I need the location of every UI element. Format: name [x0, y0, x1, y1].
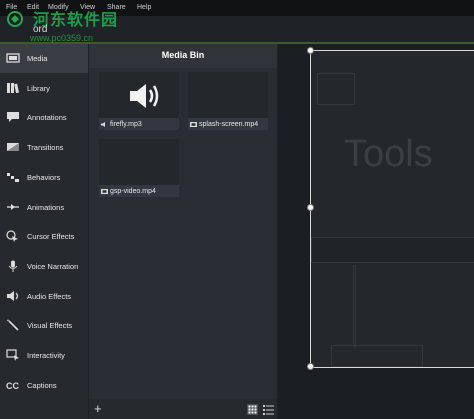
- video-file-icon: [190, 121, 197, 127]
- sidebar-item-label: Animations: [27, 203, 65, 212]
- sidebar-item-visual-effects[interactable]: Visual Effects: [0, 311, 88, 340]
- annotation-icon: [7, 112, 19, 122]
- sidebar-item-label: Interactivity: [27, 351, 65, 360]
- svg-text:CC: CC: [6, 381, 19, 391]
- app-logo-icon: [7, 11, 23, 27]
- sidebar-item-interactivity[interactable]: Interactivity: [0, 341, 88, 370]
- sidebar-item-annotations[interactable]: Annotations: [0, 103, 88, 132]
- sidebar-item-label: Captions: [27, 381, 57, 390]
- add-media-button[interactable]: +: [94, 401, 102, 416]
- video-thumbnail: [99, 139, 179, 185]
- sidebar-item-label: Annotations: [27, 113, 67, 122]
- sidebar-item-transitions[interactable]: Transitions: [0, 133, 88, 162]
- grid-view-icon[interactable]: [247, 404, 258, 415]
- media-bin-footer: +: [89, 399, 277, 419]
- sidebar-item-captions[interactable]: CC Captions: [0, 371, 88, 400]
- speaker-icon: [7, 291, 19, 301]
- resize-handle-left[interactable]: [307, 204, 314, 211]
- interactivity-icon: [6, 349, 19, 361]
- behaviors-icon: [7, 173, 19, 182]
- canvas-tools-text: Tools: [344, 133, 433, 175]
- media-item-caption: firefly.mp3: [101, 121, 142, 128]
- sidebar-item-audio-effects[interactable]: Audio Effects: [0, 282, 88, 311]
- microphone-icon: [8, 260, 18, 272]
- wand-icon: [7, 319, 19, 331]
- resize-handle-top-left[interactable]: [307, 47, 314, 54]
- media-item-caption: gsp-video.mp4: [101, 188, 156, 195]
- sidebar-item-label: Visual Effects: [27, 321, 73, 330]
- media-item-splash-screen[interactable]: splash-screen.mp4: [188, 72, 268, 130]
- menu-help[interactable]: Help: [137, 4, 151, 11]
- video-file-icon: [101, 188, 108, 194]
- transition-icon: [7, 143, 19, 151]
- sidebar-item-animations[interactable]: Animations: [0, 193, 88, 222]
- resize-handle-bottom-left[interactable]: [307, 363, 314, 370]
- cursor-icon: [6, 230, 18, 242]
- media-item-firefly[interactable]: firefly.mp3: [99, 72, 179, 130]
- ghost-shape: [317, 73, 355, 105]
- sidebar-item-label: Voice Narration: [27, 262, 79, 271]
- film-icon: [6, 53, 20, 63]
- media-bin-header: Media Bin: [89, 44, 277, 68]
- animation-icon: [7, 204, 19, 210]
- speaker-icon: [130, 84, 159, 108]
- list-view-icon[interactable]: [263, 404, 274, 415]
- media-item-name: firefly.mp3: [110, 121, 142, 128]
- canvas-area: Tools: [278, 44, 474, 419]
- sidebar-item-label: Cursor Effects: [27, 232, 75, 241]
- media-bin-title: Media Bin: [161, 50, 205, 60]
- audio-file-icon: [101, 121, 105, 127]
- sidebar-item-label: Behaviors: [27, 173, 61, 182]
- sidebar-item-behaviors[interactable]: Behaviors: [0, 163, 88, 192]
- sidebar-item-library[interactable]: Library: [0, 74, 88, 103]
- sidebar-item-label: Media: [27, 54, 48, 63]
- sidebar-item-media[interactable]: Media: [0, 44, 88, 73]
- sidebar-item-label: Library: [27, 84, 50, 93]
- captions-icon: CC: [6, 381, 19, 391]
- ghost-strip: [311, 237, 474, 263]
- ghost-box: [331, 345, 423, 367]
- sidebar-item-voice-narration[interactable]: Voice Narration: [0, 252, 88, 281]
- sidebar-item-cursor-effects[interactable]: Cursor Effects: [0, 222, 88, 251]
- media-bin-panel: Media Bin firefly.mp3 splash-screen.mp4 …: [89, 44, 277, 419]
- audio-thumbnail: [99, 72, 179, 118]
- ghost-line: [353, 265, 356, 347]
- media-item-caption: splash-screen.mp4: [190, 121, 258, 128]
- tools-sidebar: Media Library Annotations Transitions Be…: [0, 44, 88, 419]
- sidebar-item-label: Audio Effects: [27, 292, 72, 301]
- video-thumbnail: [188, 72, 268, 118]
- preview-canvas[interactable]: Tools: [310, 50, 474, 368]
- media-item-name: gsp-video.mp4: [110, 188, 156, 195]
- media-item-gsp-video[interactable]: gsp-video.mp4: [99, 139, 179, 197]
- library-icon: [7, 83, 19, 94]
- sidebar-item-label: Transitions: [27, 143, 64, 152]
- media-item-name: splash-screen.mp4: [199, 121, 259, 128]
